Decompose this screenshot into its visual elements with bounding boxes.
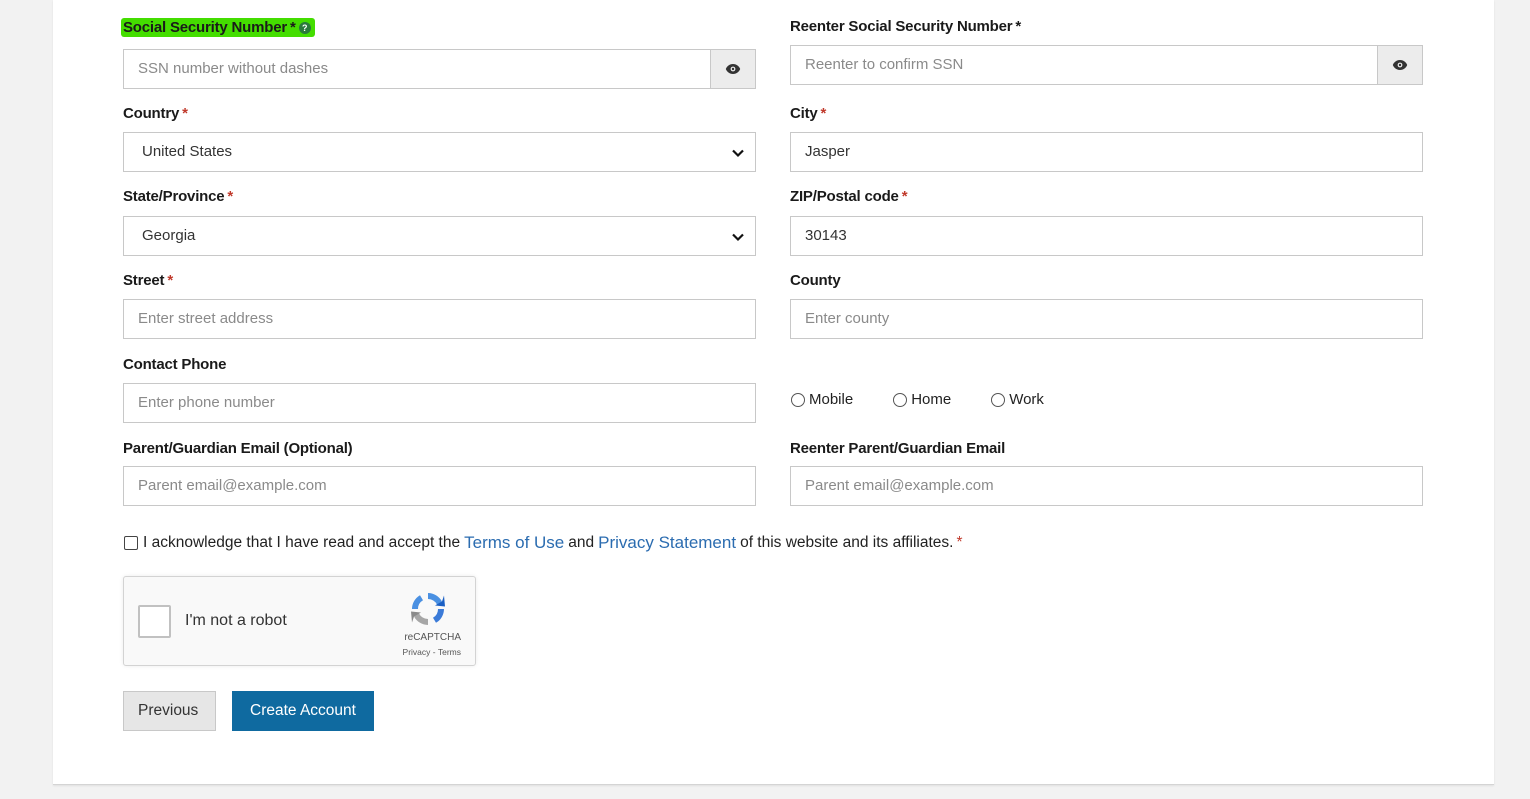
recaptcha-separator: - [432,647,436,657]
county-label: County [790,272,841,289]
zip-label: ZIP/Postal code * [790,188,908,205]
acknowledge-text-suffix: of this website and its affiliates. [740,534,954,551]
state-select-value: Georgia [142,227,196,244]
country-select[interactable]: United States [123,132,756,172]
acknowledge-text-prefix: I acknowledge that I have read and accep… [143,534,461,551]
radio-button[interactable] [991,392,1006,407]
acknowledge-checkbox[interactable] [124,536,138,550]
ssn-input[interactable]: SSN number without dashes [123,49,711,89]
chevron-down-icon [732,233,744,242]
ssn-confirm-input[interactable]: Reenter to confirm SSN [790,45,1378,85]
country-label-text: Country [123,105,180,122]
ssn-label: Social Security Number *? [121,18,315,37]
ssn-confirm-reveal-button[interactable] [1377,45,1423,85]
chevron-down-icon [732,149,744,158]
street-label: Street * [123,272,173,289]
recaptcha-brand: reCAPTCHA [404,632,461,643]
ssn-required-mark: * [290,19,296,36]
previous-button[interactable]: Previous [123,691,216,731]
state-required-mark: * [227,188,234,205]
parent-email-label-text: Parent/Guardian Email (Optional) [123,440,353,457]
street-label-text: Street [123,272,165,289]
recaptcha-privacy-link[interactable]: Privacy [403,647,431,657]
create-account-button[interactable]: Create Account [232,691,374,731]
street-required-mark: * [167,272,173,289]
parent-email-label: Parent/Guardian Email (Optional) [123,440,353,457]
privacy-statement-link[interactable]: Privacy Statement [598,533,736,553]
parent-email-confirm-input[interactable]: Parent email@example.com [790,466,1423,506]
recaptcha-logo-icon [411,593,445,625]
phone-type-home-label: Home [911,391,952,408]
phone-type-mobile-label: Mobile [809,391,854,408]
recaptcha-checkbox[interactable] [138,605,171,638]
county-input[interactable]: Enter county [790,299,1423,339]
phone-type-mobile[interactable]: Mobile [791,391,853,408]
ssn-label-text: Social Security Number [123,19,287,36]
country-label: Country * [123,105,188,122]
acknowledge-required-mark: * [956,534,963,551]
zip-input[interactable]: 30143 [790,216,1423,256]
radio-button[interactable] [791,392,805,407]
phone-input[interactable]: Enter phone number [123,383,756,423]
city-required-mark: * [820,105,827,122]
phone-type-home[interactable]: Home [893,391,951,408]
county-label-text: County [790,272,841,289]
phone-type-work[interactable]: Work [991,391,1044,408]
parent-email-confirm-label-text: Reenter Parent/Guardian Email [790,440,1006,457]
ssn-confirm-label-text: Reenter Social Security Number [790,18,1013,35]
ssn-label-highlight: Social Security Number *? [121,18,315,37]
city-label-text: City [790,105,818,122]
recaptcha-label: I'm not a robot [185,612,287,629]
radio-button[interactable] [893,392,908,407]
ssn-confirm-label: Reenter Social Security Number * [790,18,1021,35]
acknowledge-row: I acknowledge that I have read and accep… [124,533,963,553]
terms-of-use-link[interactable]: Terms of Use [464,533,564,553]
zip-label-text: ZIP/Postal code [790,188,899,205]
phone-type-work-label: Work [1009,391,1044,408]
ssn-confirm-required-mark: * [1015,18,1022,35]
eye-icon [1392,60,1408,70]
parent-email-input[interactable]: Parent email@example.com [123,466,756,506]
eye-icon [725,64,741,74]
recaptcha-terms-link[interactable]: Terms [438,647,461,657]
country-select-value: United States [142,143,233,160]
zip-required-mark: * [901,188,908,205]
recaptcha-widget: I'm not a robot reCAPTCHA Privacy - Term… [123,576,476,666]
state-select[interactable]: Georgia [123,216,756,256]
question-circle-icon[interactable]: ? [298,22,311,34]
ssn-reveal-button[interactable] [710,49,756,89]
state-label-text: State/Province [123,188,225,205]
phone-type-radio-group: Mobile Home Work [791,391,1084,408]
acknowledge-text-and: and [568,534,595,551]
recaptcha-links: Privacy - Terms [403,647,461,657]
street-input[interactable]: Enter street address [123,299,756,339]
country-required-mark: * [182,105,188,122]
city-input[interactable]: Jasper [790,132,1423,172]
phone-label: Contact Phone [123,356,226,373]
parent-email-confirm-label: Reenter Parent/Guardian Email [790,440,1005,457]
city-label: City * [790,105,826,122]
state-label: State/Province * [123,188,233,205]
phone-label-text: Contact Phone [123,356,227,373]
